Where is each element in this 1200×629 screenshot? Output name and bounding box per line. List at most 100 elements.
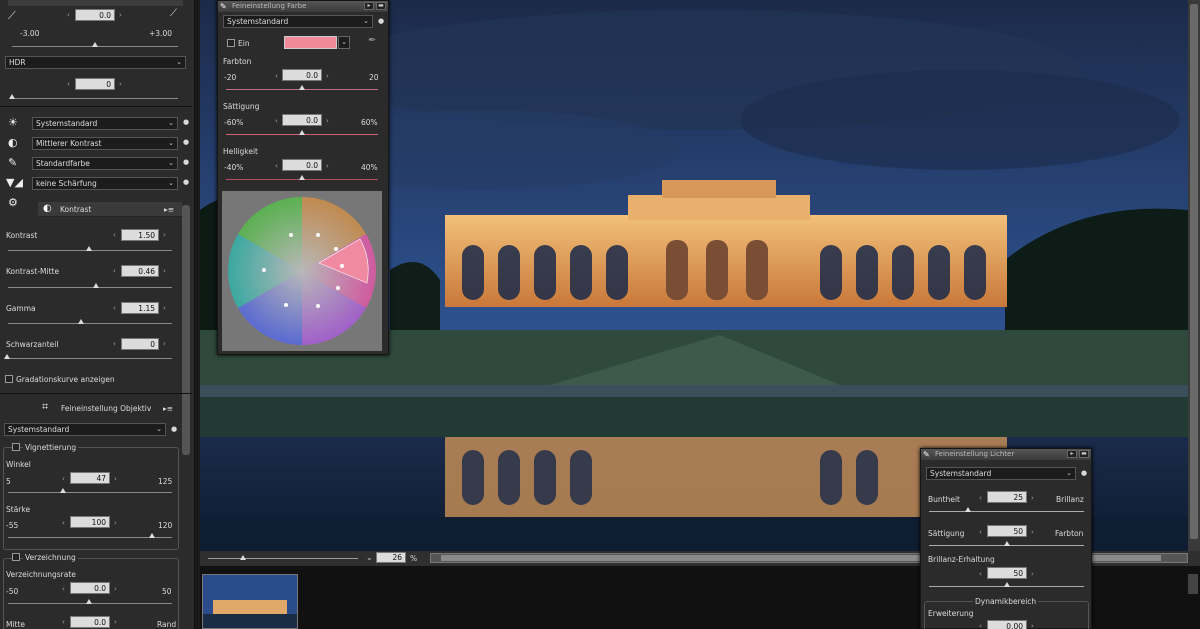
saettigung-thumb[interactable] bbox=[299, 130, 305, 135]
sharpen-select[interactable]: keine Schärfung ⌄ bbox=[32, 177, 178, 190]
sidebar-scrollbar[interactable] bbox=[182, 205, 190, 455]
wheel-point[interactable] bbox=[316, 233, 320, 237]
wheel-point[interactable] bbox=[289, 233, 293, 237]
saettigung-increase[interactable]: › bbox=[326, 117, 329, 125]
ein-checkbox[interactable] bbox=[227, 39, 235, 47]
kontrast-thumb[interactable] bbox=[86, 246, 92, 251]
schwarzanteil-thumb[interactable] bbox=[4, 354, 10, 359]
buntheit-increase[interactable]: › bbox=[1031, 494, 1034, 502]
apply-dot[interactable]: ● bbox=[183, 158, 189, 166]
brillanz-value[interactable]: 50 bbox=[987, 567, 1027, 579]
collapse-icon[interactable]: ▸≡ bbox=[164, 205, 174, 214]
winkel-increase[interactable]: › bbox=[114, 475, 117, 483]
rate-decrease[interactable]: ‹ bbox=[62, 585, 65, 593]
color-wheel-area[interactable] bbox=[222, 191, 382, 351]
farbton-value[interactable]: 0.0 bbox=[282, 69, 322, 81]
helligkeit-value[interactable]: 0.0 bbox=[282, 159, 322, 171]
winkel-value[interactable]: 47 bbox=[70, 472, 110, 484]
gamma-decrease[interactable]: ‹ bbox=[113, 304, 116, 312]
winkel-decrease[interactable]: ‹ bbox=[62, 475, 65, 483]
wheel-point[interactable] bbox=[334, 247, 338, 251]
staerke-value[interactable]: 100 bbox=[70, 516, 110, 528]
contrast-select[interactable]: Mittlerer Kontrast ⌄ bbox=[32, 137, 178, 150]
color-swatch[interactable] bbox=[284, 36, 337, 49]
saettigung-value[interactable]: 50 bbox=[987, 525, 1027, 537]
hdr-track[interactable] bbox=[12, 98, 178, 99]
panel-menu-button[interactable]: ▸ bbox=[1067, 450, 1077, 458]
panel-close-button[interactable]: ▬ bbox=[376, 2, 386, 10]
kontrast-header[interactable]: ◐ Kontrast ▸≡ bbox=[38, 202, 182, 217]
erweiterung-decrease[interactable]: ‹ bbox=[979, 622, 982, 629]
saettigung-increase[interactable]: › bbox=[1031, 528, 1034, 536]
erweiterung-increase[interactable]: › bbox=[1031, 622, 1034, 629]
saettigung-value[interactable]: 0.0 bbox=[282, 114, 322, 126]
hdr-value[interactable]: 0 bbox=[75, 78, 115, 90]
saettigung-decrease[interactable]: ‹ bbox=[275, 117, 278, 125]
panel-titlebar[interactable]: ✎ Feineinstellung Lichter bbox=[921, 449, 1091, 460]
buntheit-value[interactable]: 25 bbox=[987, 491, 1027, 503]
increase-arrow[interactable]: › bbox=[119, 11, 122, 19]
hdr-decrease[interactable]: ‹ bbox=[67, 80, 70, 88]
brillanz-decrease[interactable]: ‹ bbox=[979, 570, 982, 578]
filmstrip-scroll[interactable] bbox=[1188, 574, 1198, 594]
staerke-increase[interactable]: › bbox=[114, 519, 117, 527]
color-preset-select[interactable]: Systemstandard ⌄ bbox=[223, 15, 373, 28]
kontrast-mitte-increase[interactable]: › bbox=[163, 267, 166, 275]
wand-icon[interactable]: ⟋ bbox=[8, 9, 16, 23]
brillanz-thumb[interactable] bbox=[1004, 582, 1010, 587]
color-wheel[interactable] bbox=[222, 191, 382, 351]
wheel-point[interactable] bbox=[262, 268, 266, 272]
apply-dot[interactable]: ● bbox=[183, 118, 189, 126]
buntheit-decrease[interactable]: ‹ bbox=[979, 494, 982, 502]
staerke-track[interactable] bbox=[8, 537, 172, 538]
farbton-increase[interactable]: › bbox=[326, 72, 329, 80]
kontrast-mitte-value[interactable]: 0.46 bbox=[121, 265, 159, 277]
apply-dot[interactable]: ● bbox=[171, 425, 177, 433]
scroll-thumb[interactable] bbox=[1190, 4, 1198, 539]
farbton-decrease[interactable]: ‹ bbox=[275, 72, 278, 80]
rate-value[interactable]: 0.0 bbox=[70, 582, 110, 594]
kontrast-mitte-decrease[interactable]: ‹ bbox=[113, 267, 116, 275]
zoom-thumb[interactable] bbox=[240, 555, 246, 560]
mitte-increase[interactable]: › bbox=[114, 618, 117, 626]
vignettierung-checkbox[interactable] bbox=[12, 443, 20, 451]
swatch-dropdown[interactable]: ⌄ bbox=[338, 36, 350, 49]
helligkeit-decrease[interactable]: ‹ bbox=[275, 162, 278, 170]
kontrast-value[interactable]: 1.50 bbox=[121, 229, 159, 241]
hdr-increase[interactable]: › bbox=[119, 80, 122, 88]
decrease-arrow[interactable]: ‹ bbox=[67, 11, 70, 19]
zoom-value[interactable]: 26 bbox=[376, 552, 406, 563]
kontrast-mitte-track[interactable] bbox=[8, 287, 172, 288]
kontrast-decrease[interactable]: ‹ bbox=[113, 231, 116, 239]
helligkeit-increase[interactable]: › bbox=[326, 162, 329, 170]
eyedropper-icon[interactable]: ✒ bbox=[368, 35, 376, 46]
zoom-menu-icon[interactable]: ⌄ bbox=[366, 553, 373, 562]
exposure-value[interactable]: 0.0 bbox=[75, 9, 115, 21]
saettigung-thumb[interactable] bbox=[1004, 541, 1010, 546]
wheel-point[interactable] bbox=[316, 304, 320, 308]
wheel-point[interactable] bbox=[336, 286, 340, 290]
gamma-track[interactable] bbox=[8, 323, 172, 324]
gamma-thumb[interactable] bbox=[78, 319, 84, 324]
gamma-increase[interactable]: › bbox=[163, 304, 166, 312]
picture-control-select[interactable]: Systemstandard ⌄ bbox=[32, 117, 178, 130]
rate-increase[interactable]: › bbox=[114, 585, 117, 593]
brillanz-increase[interactable]: › bbox=[1031, 570, 1034, 578]
apply-dot[interactable]: ● bbox=[1081, 469, 1087, 477]
winkel-thumb[interactable] bbox=[60, 488, 66, 493]
saettigung-decrease[interactable]: ‹ bbox=[979, 528, 982, 536]
gamma-value[interactable]: 1.15 bbox=[121, 302, 159, 314]
mitte-value[interactable]: 0.0 bbox=[70, 616, 110, 628]
zoom-track[interactable] bbox=[208, 558, 358, 559]
gradation-checkbox[interactable] bbox=[5, 375, 13, 383]
apply-dot[interactable]: ● bbox=[183, 178, 189, 186]
erweiterung-value[interactable]: 0.00 bbox=[987, 620, 1027, 629]
buntheit-thumb[interactable] bbox=[965, 507, 971, 512]
kontrast-mitte-thumb[interactable] bbox=[93, 283, 99, 288]
apply-dot[interactable]: ● bbox=[378, 17, 384, 25]
staerke-thumb[interactable] bbox=[149, 533, 155, 538]
winkel-track[interactable] bbox=[8, 492, 172, 493]
panel-menu-button[interactable]: ▸ bbox=[364, 2, 374, 10]
thumbnail-frame[interactable] bbox=[202, 574, 298, 629]
wheel-point[interactable] bbox=[284, 303, 288, 307]
